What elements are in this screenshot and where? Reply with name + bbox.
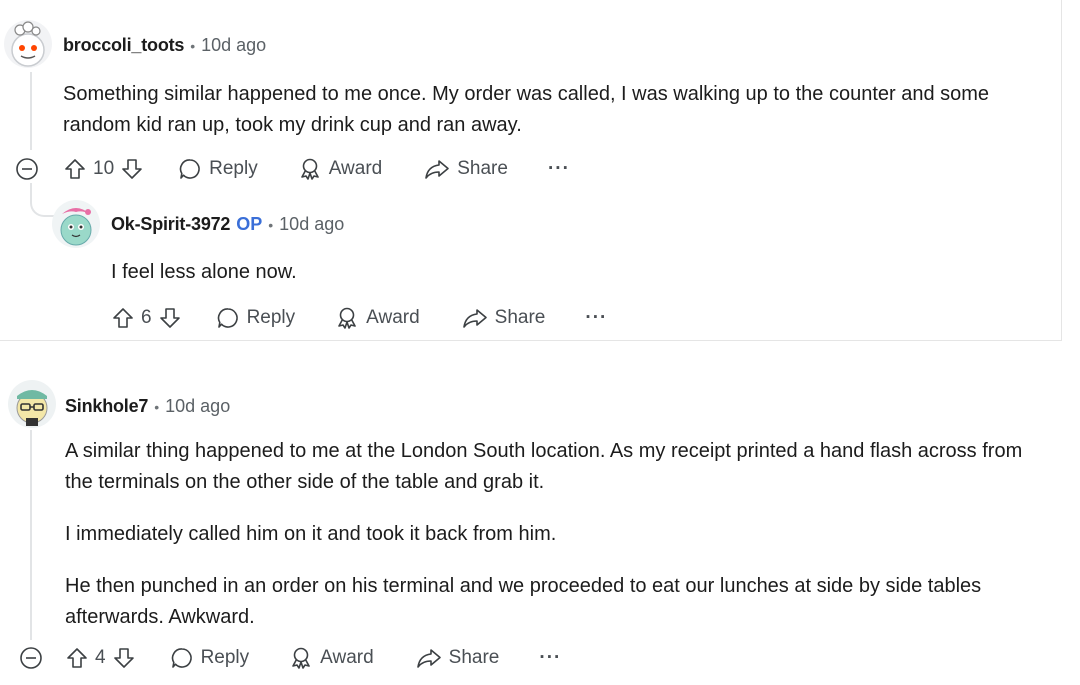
op-badge: OP	[236, 214, 263, 234]
collapse-thread-button[interactable]	[19, 646, 43, 670]
award-button[interactable]: Award	[289, 646, 374, 670]
vote-count: 4	[95, 647, 106, 668]
comment-text-line: I feel less alone now.	[111, 261, 297, 283]
downvote-button[interactable]	[112, 646, 136, 670]
share-button[interactable]: Share	[462, 306, 546, 330]
share-icon	[425, 160, 450, 179]
more-options-button[interactable]: ···	[539, 647, 561, 669]
award-label: Award	[320, 647, 374, 668]
share-button[interactable]: Share	[416, 646, 500, 670]
vote-group: 10	[63, 157, 144, 181]
share-label: Share	[494, 307, 546, 328]
downvote-button[interactable]	[120, 157, 144, 181]
share-label: Share	[457, 158, 508, 179]
username[interactable]: Sinkhole7	[65, 396, 148, 417]
downvote-button[interactable]	[158, 306, 182, 330]
username[interactable]: broccoli_toots	[63, 35, 184, 56]
award-button[interactable]: Award	[335, 306, 420, 330]
reply-label: Reply	[200, 647, 250, 668]
timestamp[interactable]: 10d ago	[165, 396, 230, 417]
timestamp[interactable]: 10d ago	[201, 35, 266, 56]
comment-body: I feel less alone now.	[111, 257, 297, 288]
upvote-button[interactable]	[111, 306, 135, 330]
more-icon: ···	[585, 307, 608, 328]
comment-text-line: A similar thing happened to me at the Lo…	[65, 440, 1023, 462]
award-icon	[300, 158, 319, 180]
vote-group: 6	[111, 306, 182, 330]
comment-body: A similar thing happened to me at the Lo…	[65, 436, 1022, 633]
username[interactable]: Ok-Spirit-3972	[111, 214, 230, 235]
upvote-icon	[67, 648, 87, 668]
reply-button[interactable]: Reply	[216, 306, 296, 330]
comment-text-line: the terminals on the other side of the t…	[65, 471, 545, 493]
comment-body: Something similar happened to me once. M…	[63, 79, 989, 141]
collapse-icon	[20, 647, 42, 669]
upvote-icon	[113, 308, 133, 328]
share-button[interactable]: Share	[424, 157, 508, 181]
comment-text-line: I immediately called him on it and took …	[65, 523, 557, 545]
avatar[interactable]	[52, 200, 100, 248]
vote-count: 6	[141, 307, 152, 328]
more-options-button[interactable]: ···	[585, 307, 607, 329]
avatar[interactable]	[8, 380, 56, 428]
share-icon	[416, 649, 441, 668]
award-icon	[292, 647, 310, 669]
upvote-button[interactable]	[63, 157, 87, 181]
thread-line[interactable]	[30, 72, 32, 150]
chat-bubble-icon	[171, 648, 192, 668]
more-icon: ···	[547, 158, 570, 179]
thread-connector	[30, 183, 54, 217]
award-label: Award	[366, 307, 420, 328]
avatar[interactable]	[4, 20, 52, 68]
more-icon: ···	[539, 647, 562, 668]
downvote-icon	[122, 159, 142, 179]
vote-count: 10	[93, 158, 115, 179]
share-icon	[462, 309, 487, 328]
downvote-icon	[159, 308, 180, 328]
comment-actions: 4 Reply Award Share ···	[65, 646, 561, 670]
award-label: Award	[328, 158, 383, 179]
separator-dot: •	[268, 216, 274, 233]
comment-text-line: He then punched in an order on his termi…	[65, 575, 982, 597]
collapse-thread-button[interactable]	[15, 157, 39, 181]
thread-line[interactable]	[30, 430, 32, 640]
upvote-button[interactable]	[65, 646, 89, 670]
separator-dot: •	[154, 398, 160, 415]
downvote-icon	[113, 648, 134, 668]
reply-button[interactable]: Reply	[170, 646, 250, 670]
award-icon	[338, 307, 356, 329]
timestamp[interactable]: 10d ago	[279, 214, 344, 235]
comment-meta: broccoli_toots • 10d ago	[63, 35, 266, 56]
reply-button[interactable]: Reply	[178, 157, 258, 181]
comment-text-line: afterwards. Awkward.	[65, 606, 255, 628]
award-button[interactable]: Award	[298, 157, 383, 181]
reply-label: Reply	[246, 307, 296, 328]
comment-text-line: random kid ran up, took my drink cup and…	[63, 114, 522, 136]
collapse-icon	[16, 158, 38, 180]
share-label: Share	[448, 647, 500, 668]
vote-group: 4	[65, 646, 136, 670]
separator-dot: •	[190, 37, 196, 54]
comment-meta: Ok-Spirit-3972 OP • 10d ago	[111, 214, 344, 235]
chat-bubble-icon	[217, 308, 238, 328]
comment-thread-panel: broccoli_toots • 10d ago Something simil…	[0, 0, 1062, 341]
reply-label: Reply	[209, 158, 258, 179]
comment-actions: 6 Reply Award Share ···	[111, 306, 607, 330]
comment-actions: 10 Reply Award Share ···	[63, 157, 570, 181]
comment-text-line: Something similar happened to me once. M…	[63, 83, 990, 105]
chat-bubble-icon	[179, 159, 200, 179]
upvote-icon	[65, 159, 85, 179]
comment-meta: Sinkhole7 • 10d ago	[65, 396, 230, 417]
more-options-button[interactable]: ···	[548, 158, 570, 180]
